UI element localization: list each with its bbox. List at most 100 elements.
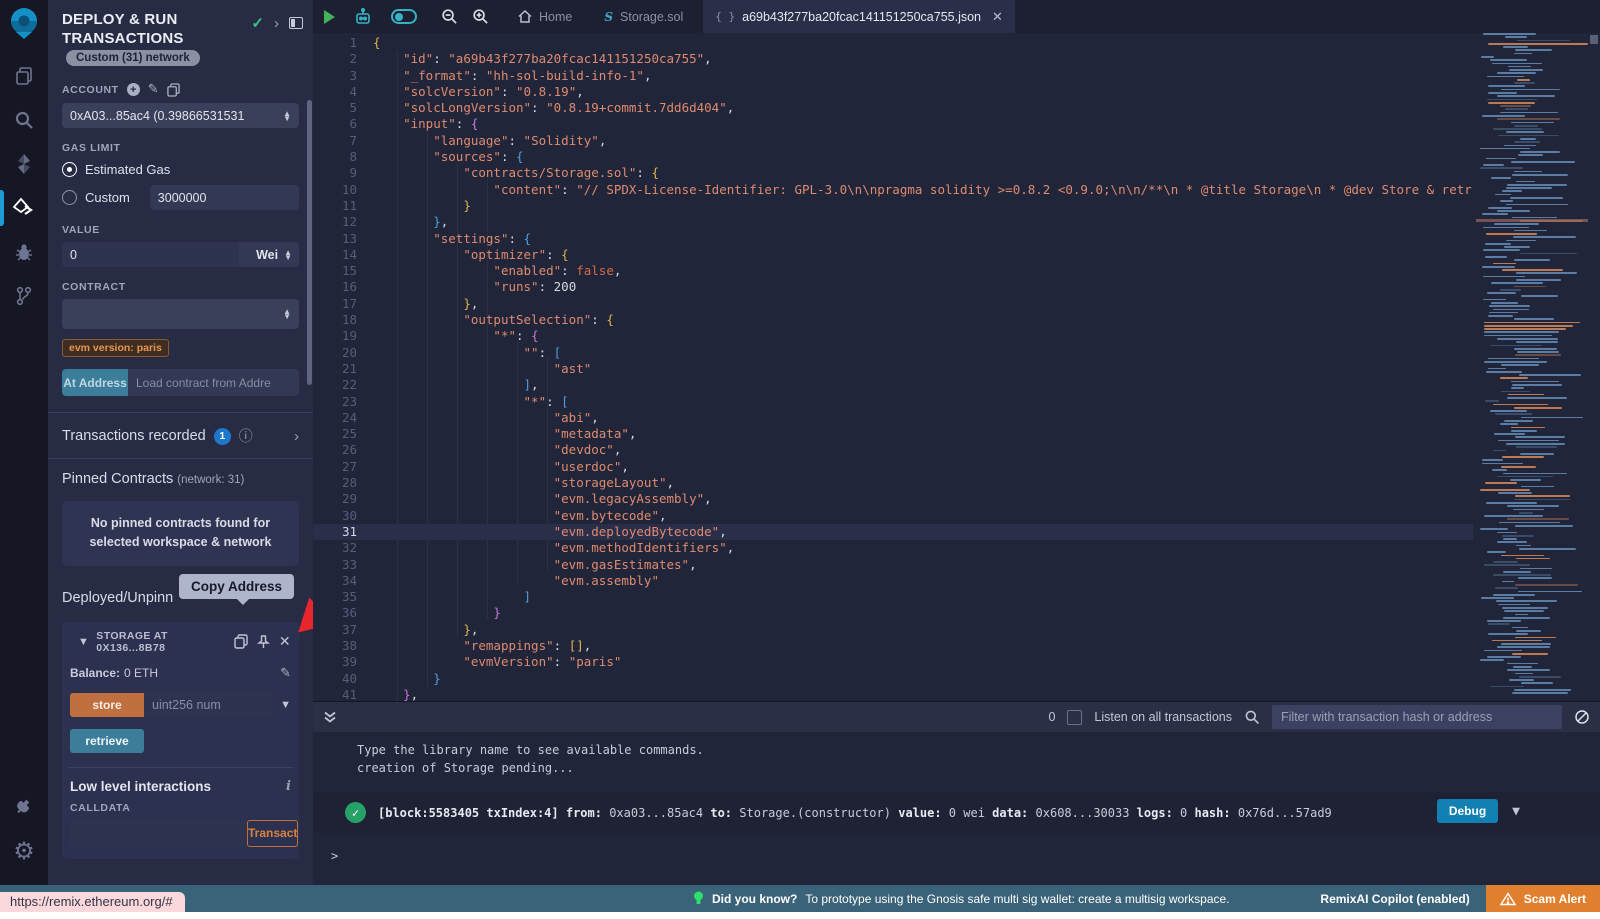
minimap-row	[1517, 79, 1530, 81]
terminal-prompt[interactable]: >	[313, 833, 1600, 863]
zoom-in-icon[interactable]	[465, 0, 496, 33]
code-line: 38 "remappings": [],	[313, 638, 1473, 654]
edit-balance-icon[interactable]: ✎	[280, 666, 291, 681]
retrieve-button[interactable]: retrieve	[70, 729, 144, 753]
balance-label: Balance:	[70, 666, 120, 680]
code-editor[interactable]: 1{2 "id": "a69b43f277ba20fcac141151250ca…	[313, 33, 1600, 701]
copy-account-icon[interactable]	[167, 83, 180, 97]
file-explorer-icon[interactable]	[0, 54, 48, 98]
expand-params-icon[interactable]: ▼	[280, 699, 291, 711]
close-icon[interactable]: ✕	[279, 633, 291, 650]
code-line: 7 "language": "Solidity",	[313, 133, 1473, 149]
at-address-button[interactable]: At Address	[62, 369, 128, 396]
calldata-input[interactable]	[70, 820, 247, 847]
plugin-manager-icon[interactable]	[0, 785, 48, 829]
filter-input[interactable]	[1272, 705, 1562, 729]
tab-close-icon[interactable]: ✕	[992, 9, 1003, 25]
stepper-icon[interactable]: ▲▼	[283, 111, 291, 121]
minimap-row	[1513, 509, 1544, 511]
estimated-gas-label: Estimated Gas	[85, 162, 170, 177]
ai-assistant-icon[interactable]	[346, 0, 380, 33]
copilot-toggle-icon[interactable]	[380, 0, 428, 33]
minimap-row	[1497, 532, 1517, 534]
evm-version-badge: evm version: paris	[62, 339, 169, 357]
copilot-status[interactable]: RemixAI Copilot (enabled)	[1320, 892, 1469, 906]
load-contract-input[interactable]	[128, 369, 299, 396]
minimap-row	[1485, 400, 1499, 402]
scrollbar-thumb[interactable]	[1590, 35, 1598, 44]
solidity-compiler-icon[interactable]	[0, 142, 48, 186]
transaction-row[interactable]: ✓ [block:5583405 txIndex:4] from: 0xa03.…	[313, 792, 1600, 833]
tab-json-file[interactable]: { } a69b43f277ba20fcac141151250ca755.jso…	[703, 0, 1015, 33]
minimap-row	[1520, 138, 1536, 140]
debugger-icon[interactable]	[0, 230, 48, 274]
zoom-out-icon[interactable]	[434, 0, 465, 33]
minimap-row	[1497, 646, 1550, 648]
deploy-run-icon[interactable]	[0, 186, 48, 230]
minimap-row	[1514, 348, 1557, 350]
store-button[interactable]: store	[70, 693, 144, 717]
value-input[interactable]	[62, 242, 239, 267]
custom-gas-input[interactable]	[150, 185, 299, 210]
collapse-terminal-icon[interactable]	[323, 710, 337, 724]
minimap[interactable]	[1476, 33, 1588, 701]
status-bar: Did you know? To prototype using the Gno…	[0, 885, 1600, 912]
terminal-toolbar: 0 Listen on all transactions	[313, 702, 1600, 732]
stepper-icon[interactable]: ▲▼	[284, 250, 292, 260]
clear-terminal-icon[interactable]	[1574, 709, 1590, 725]
value-unit-select[interactable]: Wei ▲▼	[239, 242, 299, 267]
minimap-row	[1488, 92, 1517, 94]
url-status-tooltip: https://remix.ethereum.org/#	[0, 892, 185, 912]
minimap-row	[1486, 233, 1537, 235]
pinned-contracts-title: Pinned Contracts (network: 31)	[62, 459, 299, 487]
remix-logo-icon[interactable]	[7, 6, 41, 40]
editor-tabbar: Home S Storage.sol { } a69b43f277ba20fca…	[313, 0, 1600, 33]
listen-checkbox[interactable]	[1067, 710, 1082, 725]
code-line: 35 ]	[313, 589, 1473, 605]
chevron-down-icon[interactable]: ▼	[78, 636, 89, 648]
custom-gas-radio[interactable]	[62, 190, 77, 205]
panel-scrollbar[interactable]	[307, 100, 312, 385]
low-level-title: Low level interactions	[70, 779, 211, 794]
minimap-row	[1521, 486, 1554, 488]
expand-tx-icon[interactable]: ▼	[1512, 804, 1520, 819]
expand-panel-icon[interactable]: ›	[274, 15, 279, 32]
minimap-row	[1512, 174, 1568, 176]
minimap-row	[1521, 295, 1558, 297]
add-account-icon[interactable]: +	[127, 83, 140, 96]
edit-account-icon[interactable]: ✎	[148, 82, 159, 97]
minimap-row	[1495, 413, 1532, 415]
debug-button[interactable]: Debug	[1437, 799, 1498, 823]
settings-icon[interactable]: ⚙	[0, 829, 48, 873]
transactions-recorded-row[interactable]: Transactions recorded 1 ⓘ ›	[62, 413, 299, 458]
terminal-line: creation of Storage pending...	[313, 760, 1600, 778]
minimap-row	[1487, 292, 1516, 294]
account-select[interactable]: 0xA03...85ac4 (0.39866531531 ▲▼	[62, 103, 299, 128]
run-script-icon[interactable]	[313, 0, 346, 33]
network-badge: Custom (31) network	[66, 50, 200, 66]
minimap-row	[1483, 33, 1536, 35]
transact-button[interactable]: Transact	[247, 820, 298, 847]
minimap-row	[1480, 148, 1530, 150]
store-param-input[interactable]	[144, 693, 272, 717]
editor-scrollbar[interactable]	[1588, 33, 1600, 701]
contract-select[interactable]: ▲▼	[62, 299, 299, 329]
pin-icon[interactable]	[257, 635, 270, 649]
scam-alert-button[interactable]: Scam Alert	[1486, 885, 1600, 912]
info-icon[interactable]: ⓘ	[239, 426, 253, 446]
search-icon[interactable]	[0, 98, 48, 142]
code-line: 2 "id": "a69b43f277ba20fcac141151250ca75…	[313, 51, 1473, 67]
minimap-row	[1515, 637, 1556, 639]
chevron-right-icon[interactable]: ›	[294, 428, 299, 445]
minimap-row	[1502, 607, 1548, 609]
copy-address-icon[interactable]	[234, 634, 248, 649]
tab-home[interactable]: Home	[506, 0, 584, 33]
minimap-row	[1500, 112, 1558, 114]
tab-storage-sol[interactable]: S Storage.sol	[592, 0, 695, 33]
minimap-row	[1514, 499, 1570, 501]
stepper-icon[interactable]: ▲▼	[283, 309, 291, 319]
git-icon[interactable]	[0, 274, 48, 318]
panel-toggle-icon[interactable]	[289, 17, 303, 29]
minimap-row	[1507, 397, 1567, 399]
estimated-gas-radio[interactable]	[62, 162, 77, 177]
